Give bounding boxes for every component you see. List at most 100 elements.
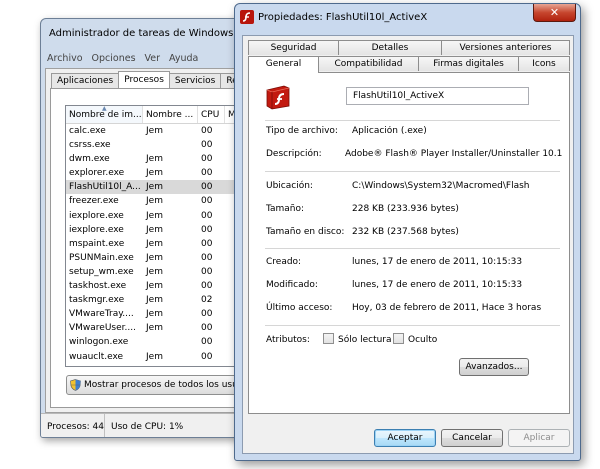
separator: [265, 248, 560, 249]
column-image-name[interactable]: ▲ Nombre de im...: [66, 106, 143, 123]
status-processes: Procesos: 44: [41, 414, 105, 437]
modified-value: lunes, 17 de enero de 2011, 10:15:33: [352, 280, 523, 290]
hidden-checkbox[interactable]: [393, 333, 404, 344]
cancel-button[interactable]: Cancelar: [441, 429, 503, 447]
process-name-cell: taskhost.exe: [69, 281, 127, 292]
process-cpu-cell: 00: [201, 210, 213, 221]
separator: [265, 120, 560, 121]
table-row[interactable]: taskhost.exe Jem 00: [66, 279, 254, 293]
close-icon: ✕: [549, 6, 560, 19]
process-name-cell: VMwareUser....: [69, 323, 136, 334]
process-cpu-cell: 00: [201, 182, 213, 193]
uac-shield-icon: [70, 379, 81, 391]
ok-button[interactable]: Aceptar: [374, 429, 436, 447]
show-all-processes-button[interactable]: Mostrar procesos de todos los usuarios: [66, 375, 246, 395]
process-cpu-cell: 00: [201, 281, 213, 292]
table-row[interactable]: csrss.exe 00: [66, 138, 254, 152]
tab-versiones-anteriores[interactable]: Versiones anteriores: [441, 40, 570, 55]
table-row[interactable]: mspaint.exe Jem 00: [66, 237, 254, 251]
process-user-cell: Jem: [146, 126, 163, 136]
tab-general[interactable]: General: [248, 56, 319, 73]
process-user-cell: Jem: [146, 210, 163, 221]
table-row[interactable]: setup_wm.exe Jem 00: [66, 265, 254, 279]
tab-procesos[interactable]: Procesos: [118, 71, 170, 88]
size-label: Tamaño:: [266, 204, 305, 214]
process-user-cell: Jem: [146, 295, 163, 306]
menu-ayuda[interactable]: Ayuda: [169, 53, 198, 64]
menu-archivo[interactable]: Archivo: [47, 53, 83, 64]
process-name-cell: calc.exe: [69, 126, 106, 136]
process-name-cell: mspaint.exe: [69, 238, 125, 249]
table-row[interactable]: FlashUtil10l_A... Jem 00: [66, 180, 254, 195]
process-cpu-cell: 00: [201, 337, 213, 348]
table-row[interactable]: winlogon.exe 00: [66, 335, 254, 349]
tab-detalles[interactable]: Detalles: [338, 40, 442, 55]
task-manager-title: Administrador de tareas de Windows: [49, 28, 234, 39]
table-row[interactable]: dwm.exe Jem 00: [66, 152, 254, 166]
table-row[interactable]: freezer.exe Jem 00: [66, 194, 254, 208]
file-name-field[interactable]: FlashUtil10l_ActiveX: [346, 87, 529, 105]
process-user-cell: Jem: [146, 266, 163, 277]
process-list[interactable]: ▲ Nombre de im... Nombre ... CPU M calc.…: [65, 105, 255, 367]
process-user-cell: Jem: [146, 238, 163, 249]
readonly-checkbox[interactable]: [323, 333, 334, 344]
table-row[interactable]: VMwareTray.... Jem 00: [66, 307, 254, 321]
close-button[interactable]: ✕: [533, 4, 576, 22]
accessed-label: Último acceso:: [266, 303, 333, 313]
file-type-label: Tipo de archivo:: [266, 126, 338, 136]
created-value: lunes, 17 de enero de 2011, 10:15:33: [352, 257, 523, 267]
process-name-cell: iexplore.exe: [69, 224, 124, 235]
table-row[interactable]: explorer.exe Jem 00: [66, 166, 254, 180]
task-manager-tabs: Aplicaciones Procesos Servicios Rendim: [51, 71, 261, 89]
process-name-cell: taskmgr.exe: [69, 295, 125, 306]
size-on-disk-label: Tamaño en disco:: [266, 227, 345, 237]
flash-app-icon: [240, 10, 254, 24]
process-user-cell: Jem: [146, 252, 163, 263]
process-user-cell: Jem: [146, 309, 163, 320]
process-cpu-cell: 00: [201, 266, 213, 277]
process-user-cell: Jem: [146, 323, 163, 334]
accessed-value: Hoy, 03 de febrero de 2011, Hace 3 horas: [352, 303, 542, 313]
table-row[interactable]: wuauclt.exe Jem 00: [66, 350, 254, 364]
description-label: Descripción:: [266, 149, 322, 159]
menu-opciones[interactable]: Opciones: [92, 53, 136, 64]
process-name-cell: explorer.exe: [69, 168, 125, 179]
tab-compatibilidad[interactable]: Compatibilidad: [318, 56, 419, 71]
advanced-button[interactable]: Avanzados...: [459, 358, 529, 376]
process-cpu-cell: 00: [201, 351, 213, 362]
tab-firmas-digitales[interactable]: Firmas digitales: [418, 56, 519, 71]
column-user-name[interactable]: Nombre ...: [143, 106, 198, 123]
column-cpu[interactable]: CPU: [198, 106, 225, 123]
task-manager-window: Administrador de tareas de Windows Archi…: [40, 18, 262, 438]
table-row[interactable]: PSUNMain.exe Jem 00: [66, 251, 254, 265]
attributes-label: Atributos:: [266, 335, 310, 345]
table-row[interactable]: VMwareUser.... Jem 00: [66, 321, 254, 335]
properties-dialog: Propiedades: FlashUtil10l_ActiveX ✕ Segu…: [234, 3, 581, 461]
process-name-cell: dwm.exe: [69, 154, 110, 165]
sort-up-icon: ▲: [102, 106, 107, 112]
separator: [265, 171, 560, 172]
process-name-cell: FlashUtil10l_A...: [69, 182, 141, 193]
tab-servicios[interactable]: Servicios: [168, 73, 222, 88]
process-user-cell: Jem: [146, 351, 163, 362]
size-value: 228 KB (233.936 bytes): [352, 204, 459, 214]
table-row[interactable]: iexplore.exe Jem 00: [66, 223, 254, 237]
process-cpu-cell: 00: [201, 309, 213, 320]
process-cpu-cell: 00: [201, 323, 213, 334]
process-user-cell: [143, 138, 198, 152]
process-cpu-cell: 00: [201, 224, 213, 235]
table-row[interactable]: iexplore.exe Jem 00: [66, 209, 254, 223]
process-name-cell: setup_wm.exe: [69, 266, 134, 277]
tab-icons[interactable]: Icons: [518, 56, 570, 71]
process-cpu-cell: 00: [201, 252, 213, 263]
process-name-cell: PSUNMain.exe: [69, 252, 134, 263]
location-label: Ubicación:: [266, 181, 313, 191]
created-label: Creado:: [266, 257, 302, 267]
menu-ver[interactable]: Ver: [145, 53, 161, 64]
table-row[interactable]: taskmgr.exe Jem 02: [66, 293, 254, 307]
location-value: C:\Windows\System32\Macromed\Flash: [352, 181, 530, 191]
table-row[interactable]: calc.exe Jem 00: [66, 124, 254, 138]
tab-seguridad[interactable]: Seguridad: [248, 40, 339, 55]
tab-aplicaciones[interactable]: Aplicaciones: [51, 73, 120, 88]
apply-button[interactable]: Aplicar: [508, 429, 570, 447]
